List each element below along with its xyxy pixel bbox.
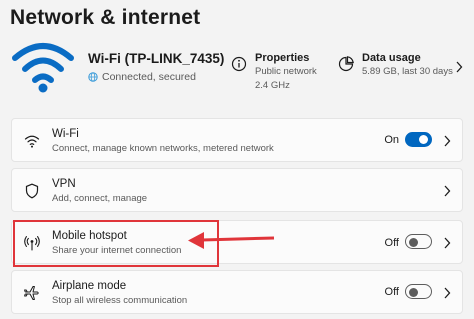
setting-title: Mobile hotspot (52, 230, 127, 242)
chevron-right-icon[interactable] (442, 286, 452, 300)
mobile-hotspot-toggle[interactable] (405, 234, 432, 249)
setting-title: Wi-Fi (52, 128, 79, 140)
wifi-toggle[interactable] (405, 132, 432, 147)
properties-band: 2.4 GHz (255, 80, 290, 91)
hotspot-icon (24, 236, 40, 251)
setting-title: VPN (52, 178, 76, 190)
chevron-right-icon[interactable] (442, 236, 452, 250)
setting-description: Add, connect, manage (52, 193, 148, 204)
setting-title: Airplane mode (52, 280, 127, 292)
annotation-arrow-icon (188, 232, 275, 249)
toggle-knob (409, 287, 418, 297)
properties-title: Properties (255, 52, 310, 64)
pie-chart-icon (338, 56, 354, 72)
page-title: Network & internet (10, 6, 201, 29)
data-usage-title: Data usage (362, 52, 421, 64)
toggle-knob (409, 237, 418, 247)
data-usage-link[interactable]: Data usage 5.89 GB, last 30 days (338, 52, 453, 78)
setting-description: Connect, manage known networks, metered … (52, 143, 274, 154)
toggle-state-label: Off (384, 237, 399, 249)
globe-icon (88, 72, 98, 82)
connection-header: Wi-Fi (TP-LINK_7435) Connected, secured … (8, 38, 470, 100)
toggle-state-label: Off (384, 286, 399, 298)
setting-wifi[interactable]: Wi-Fi Connect, manage known networks, me… (11, 118, 463, 162)
info-icon (231, 56, 247, 72)
setting-airplane-mode[interactable]: Airplane mode Stop all wireless communic… (11, 270, 463, 314)
setting-description: Stop all wireless communication (52, 295, 188, 306)
chevron-right-icon[interactable] (454, 60, 464, 74)
toggle-state-label: On (384, 134, 399, 146)
setting-description: Share your internet connection (52, 245, 182, 256)
wifi-icon (12, 43, 74, 93)
chevron-right-icon[interactable] (442, 134, 452, 148)
setting-vpn[interactable]: VPN Add, connect, manage (11, 168, 463, 212)
airplane-mode-toggle[interactable] (405, 284, 432, 299)
data-usage-amount: 5.89 GB, last 30 days (362, 66, 453, 77)
connection-name: Wi-Fi (TP-LINK_7435) (88, 51, 225, 66)
properties-link[interactable]: Properties Public network 2.4 GHz (231, 52, 317, 92)
chevron-right-icon[interactable] (442, 184, 452, 198)
airplane-icon (24, 286, 39, 300)
wifi-icon (24, 135, 40, 148)
shield-icon (25, 183, 39, 199)
toggle-knob (419, 135, 428, 144)
connection-status-text: Connected, secured (102, 71, 196, 83)
connection-status: Connected, secured (88, 71, 196, 83)
properties-network: Public network (255, 66, 317, 77)
